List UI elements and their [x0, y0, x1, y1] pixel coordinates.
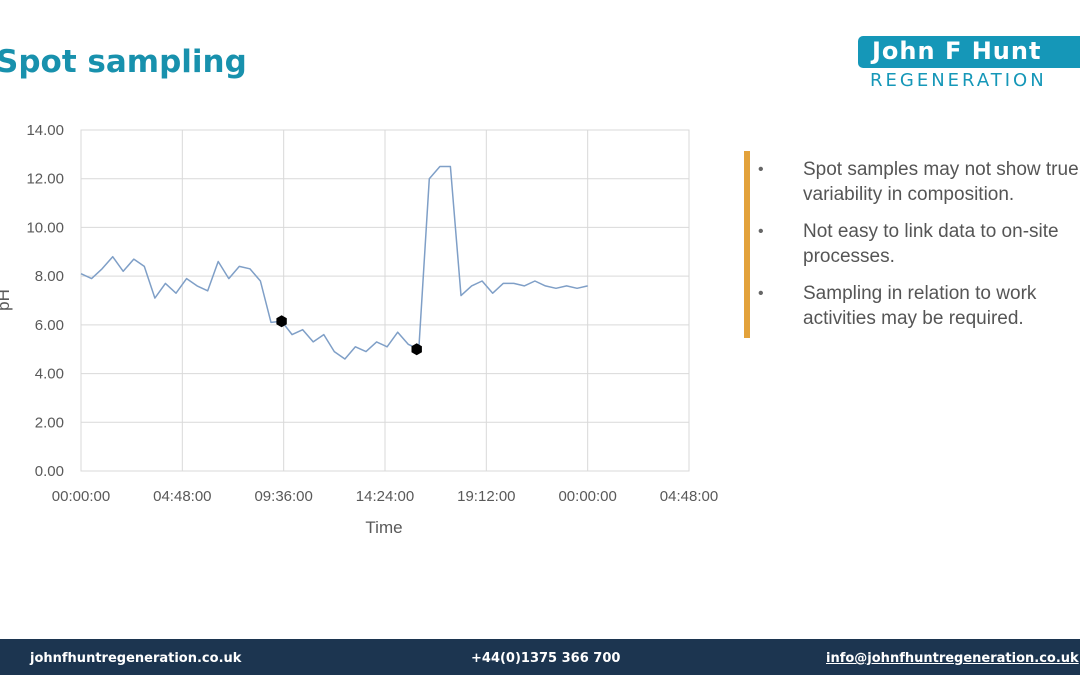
bullet-dot-icon: • [758, 285, 764, 302]
footer-phone: +44(0)1375 366 700 [471, 651, 621, 666]
y-tick-label: 2.00 [35, 414, 64, 431]
y-tick-label: 8.00 [35, 268, 64, 285]
footer-email-link[interactable]: info@johnfhuntregeneration.co.uk [826, 651, 1079, 666]
x-tick-label: 19:12:00 [457, 488, 515, 505]
x-tick-label: 00:00:00 [558, 488, 616, 505]
footer-bar: johnfhuntregeneration.co.uk +44(0)1375 3… [0, 639, 1080, 675]
x-tick-label: 04:48:00 [153, 488, 211, 505]
y-tick-label: 0.00 [35, 463, 64, 480]
bullet-item: • Sampling in relation to work activities… [758, 283, 1037, 329]
bullet-item: • Not easy to link data to on-site proces… [758, 221, 1059, 267]
accent-bar [744, 151, 750, 338]
x-tick-label: 00:00:00 [52, 488, 110, 505]
y-tick-label: 6.00 [35, 317, 64, 334]
x-tick-label: 14:24:00 [356, 488, 414, 505]
bullet-list: • Spot samples may not show true variabil… [758, 157, 1080, 343]
footer-website-link[interactable]: johnfhuntregeneration.co.uk [30, 651, 241, 666]
y-tick-label: 4.00 [35, 366, 64, 383]
bullet-dot-icon: • [758, 161, 764, 178]
y-tick-label: 14.00 [26, 122, 64, 139]
x-tick-label: 09:36:00 [254, 488, 312, 505]
x-tick-label: 04:48:00 [660, 488, 718, 505]
y-axis-label: pH [0, 289, 13, 311]
bullet-dot-icon: • [758, 223, 764, 240]
y-tick-label: 12.00 [26, 171, 64, 188]
x-axis-label: Time [365, 518, 402, 537]
y-tick-label: 10.00 [26, 219, 64, 236]
bullet-item: • Spot samples may not show true variabil… [758, 159, 1079, 205]
